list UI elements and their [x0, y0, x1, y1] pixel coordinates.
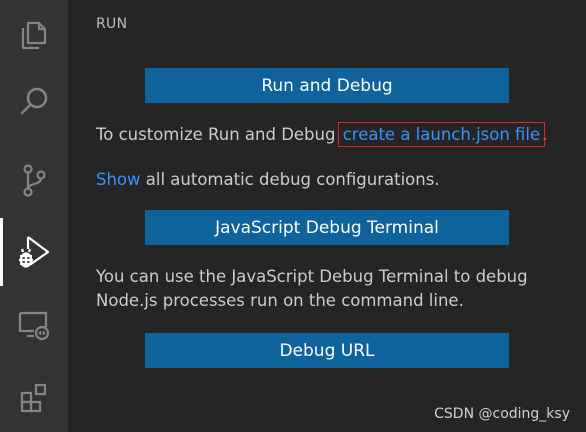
run-and-debug-button[interactable]: Run and Debug — [145, 68, 509, 103]
view-title: RUN — [96, 16, 128, 32]
javascript-debug-terminal-button[interactable]: JavaScript Debug Terminal — [145, 210, 509, 245]
remote-explorer-icon — [16, 306, 52, 342]
activity-search[interactable] — [0, 68, 68, 136]
extensions-icon — [17, 381, 51, 415]
customize-period: . — [542, 125, 548, 144]
watermark: CSDN @coding_ksy — [434, 406, 570, 422]
create-launch-json-link[interactable]: create a launch.json file — [337, 122, 546, 147]
js-terminal-description-line1: You can use the JavaScript Debug Termina… — [96, 267, 528, 286]
show-rest-label: all automatic debug configurations. — [140, 170, 440, 189]
source-control-icon — [17, 163, 51, 197]
customize-text: To customize Run and Debug create a laun… — [96, 122, 548, 147]
files-icon — [17, 17, 51, 51]
activity-bar — [0, 0, 68, 432]
debug-url-button[interactable]: Debug URL — [145, 333, 509, 368]
js-terminal-description-line2: Node.js processes run on the command lin… — [96, 291, 464, 310]
search-icon — [17, 85, 51, 119]
run-debug-view: RUN Run and Debug To customize Run and D… — [68, 0, 586, 432]
activity-extensions[interactable] — [0, 364, 68, 432]
vscode-window: RUN Run and Debug To customize Run and D… — [0, 0, 586, 432]
activity-explorer[interactable] — [0, 0, 68, 68]
customize-label: To customize Run and Debug — [96, 125, 341, 144]
show-configurations-text: Show all automatic debug configurations. — [96, 168, 440, 192]
activity-remote-explorer[interactable] — [0, 290, 68, 358]
run-debug-icon — [15, 233, 53, 271]
activity-source-control[interactable] — [0, 146, 68, 214]
show-link[interactable]: Show — [96, 170, 141, 189]
activity-run-debug[interactable] — [0, 218, 68, 286]
